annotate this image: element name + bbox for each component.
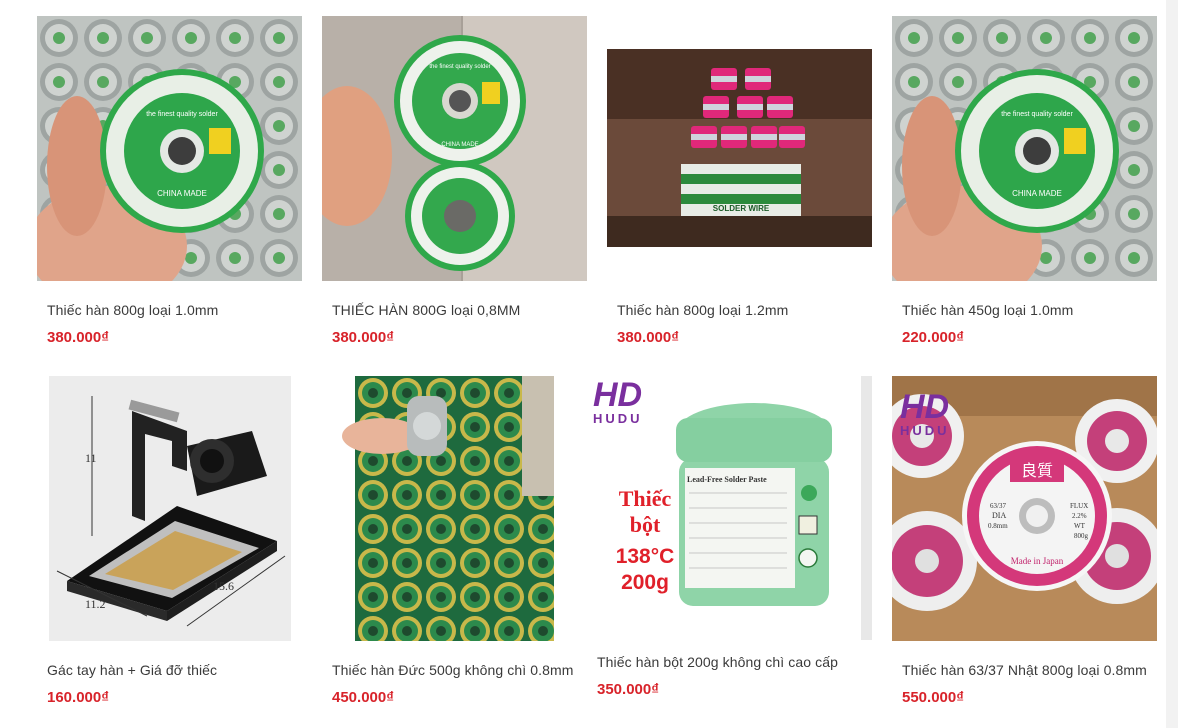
product-price: 350.000₫ [597,681,659,698]
product-card[interactable]: the finest quality solder CHINA MADE THI… [322,16,587,356]
product-image[interactable]: the finest quality solder CHINA MADE [322,16,587,281]
product-card[interactable]: Lead-Free Solder Paste HD HUDU Thiếc bột… [587,368,872,708]
image-caption: the finest quality solder [429,64,490,70]
image-caption: 0.8mm [988,522,1008,530]
product-card[interactable]: Thiếc hàn Đức 500g không chì 0.8mm 450.0… [322,376,587,716]
image-caption: CHINA MADE [441,142,478,148]
product-card[interactable]: 11 11.2 15.6 Gác tay hàn + Giá đỡ thiếc … [37,376,302,716]
image-caption: CHINA MADE [157,189,207,198]
product-name[interactable]: Thiếc hàn 800g loại 1.0mm [47,302,218,318]
product-card[interactable]: the finest quality solder CHINA MADE Thi… [37,16,302,356]
product-image[interactable] [322,376,587,641]
product-image[interactable]: the finest quality solder CHINA MADE [892,16,1157,281]
dimension-label: 11.2 [85,597,106,611]
product-image[interactable]: the finest quality solder CHINA MADE [37,16,302,281]
image-caption: 63/37 [990,502,1006,510]
image-caption: CHINA MADE [1012,189,1062,198]
image-caption: Made in Japan [1011,556,1064,566]
product-price: 450.000₫ [332,689,394,706]
product-price: 220.000₫ [902,329,964,346]
image-caption: 800g [1074,532,1089,540]
product-name[interactable]: Gác tay hàn + Giá đỡ thiếc [47,662,217,678]
product-name[interactable]: Thiếc hàn Đức 500g không chì 0.8mm [332,662,574,678]
dimension-label: 11 [85,451,97,465]
product-card[interactable]: the finest quality solder CHINA MADE Thi… [892,16,1157,356]
product-card[interactable]: SOLDER WIRE Thiếc hàn 800g loại 1.2mm 38… [607,16,872,356]
image-caption: the finest quality solder [1001,111,1073,118]
dimension-label: 15.6 [213,579,234,593]
product-price: 380.000₫ [47,329,109,346]
brand-logo: HD HUDU [593,376,643,426]
image-caption: Lead-Free Solder Paste [687,475,767,484]
product-name[interactable]: Thiếc hàn 450g loại 1.0mm [902,302,1073,318]
image-caption: WT [1074,522,1086,530]
brand-logo: HD HUDU [900,388,950,438]
image-caption: 良質 [1021,461,1053,480]
product-card[interactable]: 良質 63/37 DIA 0.8mm FLUX 2.2% WT 800g Mad… [892,376,1157,716]
product-name[interactable]: THIẾC HÀN 800G loại 0,8MM [332,302,520,318]
product-name[interactable]: Thiếc hàn 800g loại 1.2mm [617,302,788,318]
image-caption: the finest quality solder [146,111,218,118]
product-name[interactable]: Thiếc hàn bột 200g không chì cao cấp [597,654,838,670]
product-image[interactable]: 11 11.2 15.6 [37,376,302,641]
page-scroll-edge [1166,0,1178,728]
image-caption: DIA [992,511,1006,520]
image-caption: FLUX [1070,502,1088,510]
product-price: 160.000₫ [47,689,109,706]
product-price: 550.000₫ [902,689,964,706]
product-name[interactable]: Thiếc hàn 63/37 Nhật 800g loại 0.8mm [902,662,1147,678]
image-overlay-text: Thiếc bột 138°C 200g [615,486,675,594]
image-caption: SOLDER WIRE [713,204,770,213]
product-image[interactable]: SOLDER WIRE [607,16,872,281]
product-price: 380.000₫ [617,329,679,346]
image-caption: 2.2% [1072,512,1087,520]
product-price: 380.000₫ [332,329,394,346]
